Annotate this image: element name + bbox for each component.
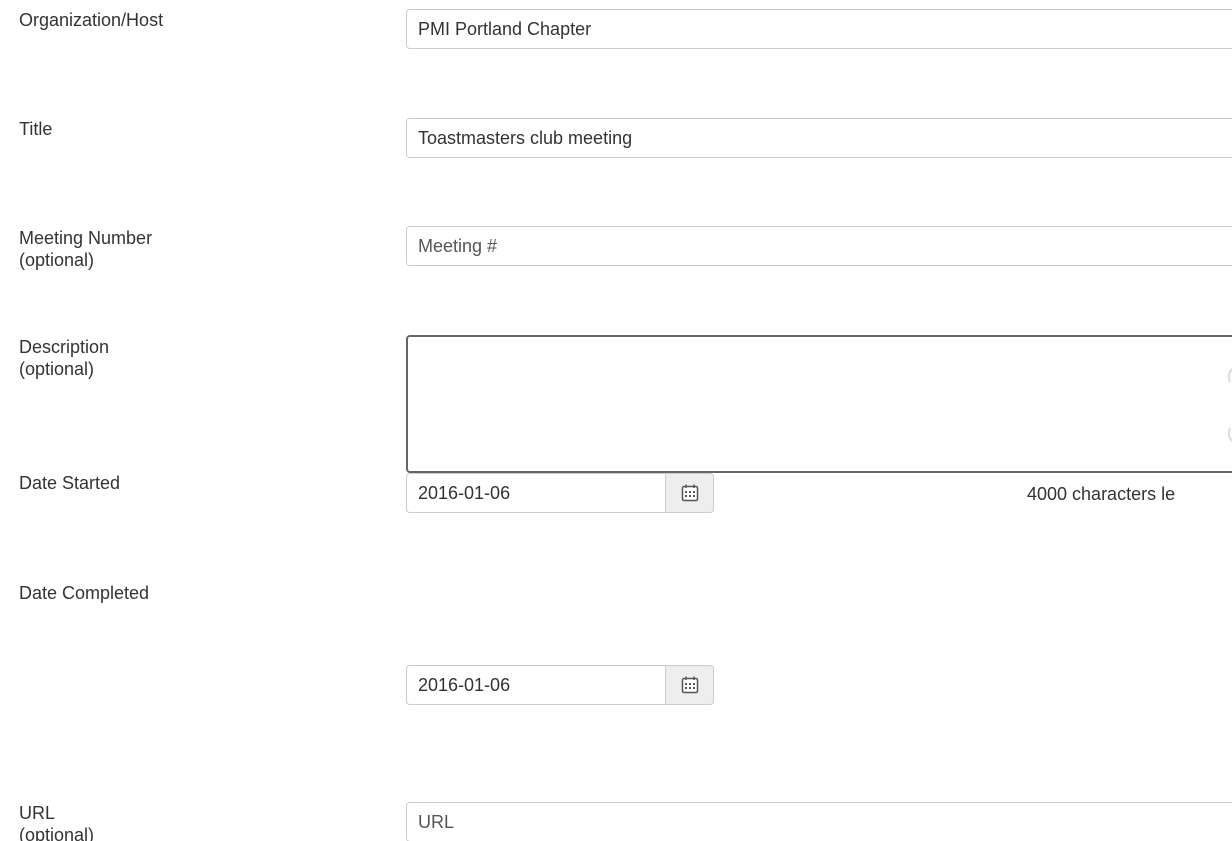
meeting-number-optional-note: (optional) — [19, 250, 95, 270]
meeting-number-input[interactable] — [406, 226, 1232, 266]
date-completed-picker-button[interactable] — [665, 665, 714, 705]
date-completed-label-text: Date Completed — [19, 583, 150, 603]
description-label: Description (optional) — [19, 336, 109, 380]
title-label-text: Title — [19, 119, 53, 139]
meeting-form: Organization/Host Title Meeting Number (… — [0, 0, 1232, 841]
meeting-number-label-text: Meeting Number — [19, 228, 153, 248]
url-label: URL (optional) — [19, 802, 94, 841]
calendar-icon — [681, 484, 698, 502]
date-started-label-text: Date Started — [19, 473, 121, 493]
date-started-group — [406, 473, 714, 513]
description-textarea[interactable] — [406, 335, 1232, 473]
organization-label: Organization/Host — [19, 9, 163, 31]
date-completed-input[interactable] — [406, 665, 665, 705]
date-completed-label: Date Completed — [19, 582, 149, 604]
date-started-input[interactable] — [406, 473, 665, 513]
date-started-label: Date Started — [19, 472, 120, 494]
url-optional-note: (optional) — [19, 825, 95, 841]
url-input[interactable] — [406, 802, 1232, 841]
date-completed-group — [406, 665, 714, 705]
calendar-icon — [681, 676, 698, 694]
textarea-scroll-indicator — [1227, 367, 1232, 443]
organization-input[interactable] — [406, 9, 1232, 49]
description-label-text: Description — [19, 337, 110, 357]
title-label: Title — [19, 118, 52, 140]
organization-label-text: Organization/Host — [19, 10, 164, 30]
date-started-picker-button[interactable] — [665, 473, 714, 513]
description-char-counter: 4000 characters le — [1027, 484, 1176, 504]
description-optional-note: (optional) — [19, 359, 95, 379]
url-label-text: URL — [19, 803, 56, 823]
title-input[interactable] — [406, 118, 1232, 158]
meeting-number-label: Meeting Number (optional) — [19, 227, 152, 271]
